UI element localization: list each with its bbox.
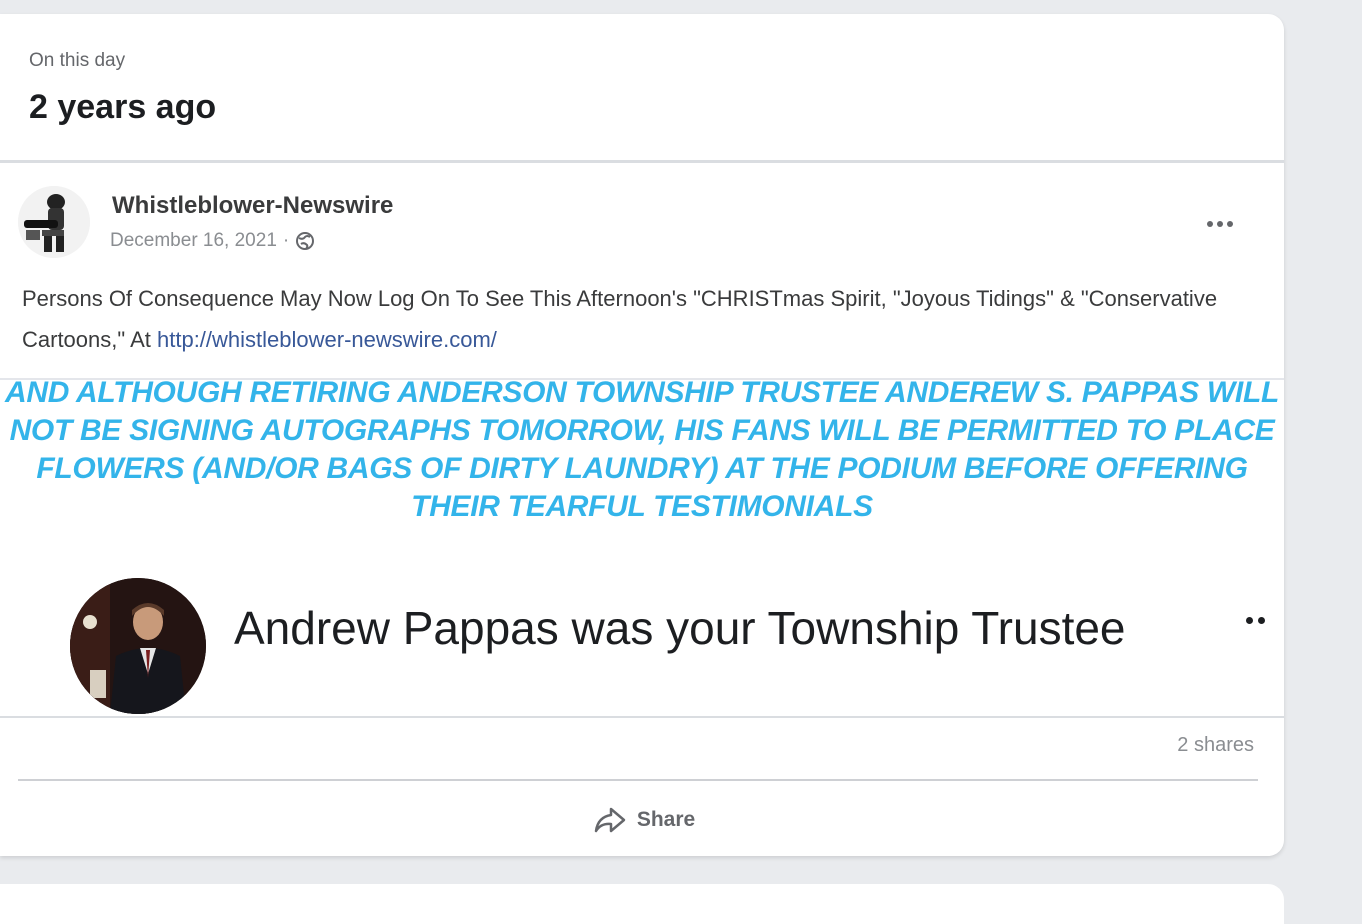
memory-header: On this day 2 years ago: [0, 14, 1284, 162]
memory-card: On this day 2 years ago Whistleblower-Ne…: [0, 14, 1284, 856]
post-author[interactable]: Whistleblower-Newswire: [112, 192, 393, 220]
whistleblower-logo-icon: [18, 186, 90, 258]
person-photo-icon: [70, 578, 206, 714]
share-arrow-icon: [594, 807, 626, 833]
memory-eyebrow: On this day: [29, 50, 126, 71]
shared-post-divider: [0, 716, 1284, 718]
meta-separator: ·: [282, 230, 290, 251]
actions-divider: [18, 779, 1258, 781]
post-link[interactable]: http://whistleblower-newswire.com/: [157, 327, 497, 352]
next-card: [0, 884, 1284, 924]
post-text: Persons Of Consequence May Now Log On To…: [22, 278, 1242, 360]
shared-post[interactable]: Andrew Pappas was your Township Trustee: [0, 570, 1284, 720]
post-meta: December 16, 2021 ·: [110, 230, 315, 252]
share-label: Share: [636, 808, 696, 831]
memory-title: 2 years ago: [29, 88, 217, 126]
shares-count[interactable]: 2 shares: [1177, 734, 1254, 757]
section-divider: [0, 160, 1284, 163]
globe-icon: [296, 232, 315, 250]
page-avatar[interactable]: [18, 186, 90, 258]
more-options-icon: [1207, 221, 1233, 227]
post-header: Whistleblower-Newswire December 16, 2021…: [0, 184, 1284, 264]
post-more-button[interactable]: [1198, 208, 1242, 240]
shared-post-title[interactable]: Andrew Pappas was your Township Trustee: [234, 594, 1174, 662]
shared-post-more-button[interactable]: [1246, 608, 1284, 632]
shared-post-photo: [70, 578, 206, 714]
post-date[interactable]: December 16, 2021: [110, 230, 277, 252]
share-button[interactable]: Share: [574, 798, 714, 842]
post-headline: AND ALTHOUGH RETIRING ANDERSON TOWNSHIP …: [4, 376, 1279, 523]
